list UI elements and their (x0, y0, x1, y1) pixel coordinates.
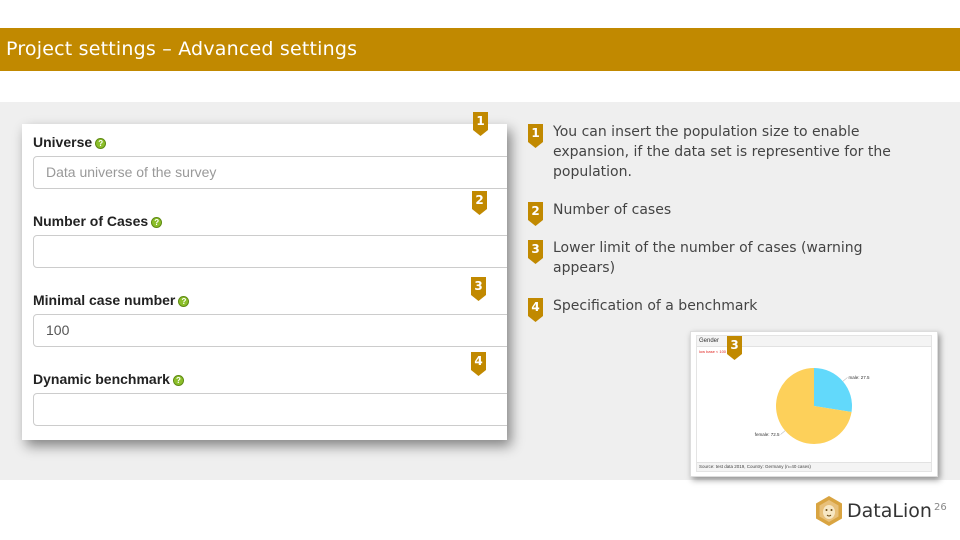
help-icon[interactable]: ? (95, 137, 107, 149)
slide-title: Project settings – Advanced settings (6, 38, 358, 60)
description-marker-label: 2 (531, 204, 540, 218)
chart-footer: Source: test data 2019, Country: Germany… (697, 462, 931, 471)
help-icon[interactable]: ? (172, 374, 184, 386)
number-of-cases-input[interactable] (33, 235, 507, 268)
dynamic-benchmark-label-text: Dynamic benchmark (33, 371, 170, 387)
chart-marker-3: 3 (727, 336, 742, 360)
description-text: You can insert the population size to en… (553, 124, 891, 180)
description-marker: 4 (528, 298, 543, 322)
help-icon[interactable]: ? (151, 216, 163, 228)
number-of-cases-label: Number of Cases? (33, 213, 163, 229)
minimal-case-number-label: Minimal case number? (33, 292, 190, 308)
description-text: Number of cases (553, 202, 672, 218)
description-text: Specification of a benchmark (553, 298, 758, 314)
chart-source: Source: test data 2019, Country: Germany… (699, 464, 811, 469)
pie-slice-male (814, 368, 852, 412)
logo-text: DataLion (847, 500, 932, 522)
minimal-case-number-label-text: Minimal case number (33, 292, 176, 308)
universe-label: Universe? (33, 134, 107, 150)
marker-3-label: 3 (474, 279, 483, 293)
minimal-case-number-input[interactable]: 100 (33, 314, 507, 347)
description-marker-label: 3 (531, 242, 540, 256)
universe-label-text: Universe (33, 134, 93, 150)
title-bar: Project settings – Advanced settings (0, 28, 960, 71)
datalion-logo: DataLion (813, 494, 933, 528)
marker-4-label: 4 (474, 354, 483, 368)
marker-2-label: 2 (475, 193, 484, 207)
marker-4: 4 (471, 352, 486, 376)
number-of-cases-label-text: Number of Cases (33, 213, 149, 229)
chart-marker-label: 3 (730, 338, 739, 352)
lion-icon (816, 496, 842, 526)
description-marker: 1 (528, 124, 543, 148)
marker-1: 1 (473, 112, 488, 136)
help-icon[interactable]: ? (178, 295, 190, 307)
dynamic-benchmark-label: Dynamic benchmark? (33, 371, 184, 387)
description-marker: 3 (528, 240, 543, 264)
pie-leader-line (780, 430, 786, 435)
universe-input[interactable]: Data universe of the survey (33, 156, 507, 189)
pie-data-label: male: 27.5 (848, 375, 870, 380)
description-marker-label: 1 (531, 126, 540, 140)
settings-form-screenshot: Universe? Data universe of the survey Nu… (22, 124, 507, 440)
marker-2: 2 (472, 191, 487, 215)
pie-data-label: female: 72.5 (755, 432, 780, 437)
description-marker: 2 (528, 202, 543, 226)
description-text: Lower limit of the number of cases (warn… (553, 240, 863, 276)
marker-1-label: 1 (476, 114, 485, 128)
dynamic-benchmark-input[interactable] (33, 393, 507, 426)
marker-3: 3 (471, 277, 486, 301)
description-marker-label: 4 (531, 300, 540, 314)
page-number: 26 (934, 502, 947, 513)
pie-leader-line (842, 377, 848, 382)
